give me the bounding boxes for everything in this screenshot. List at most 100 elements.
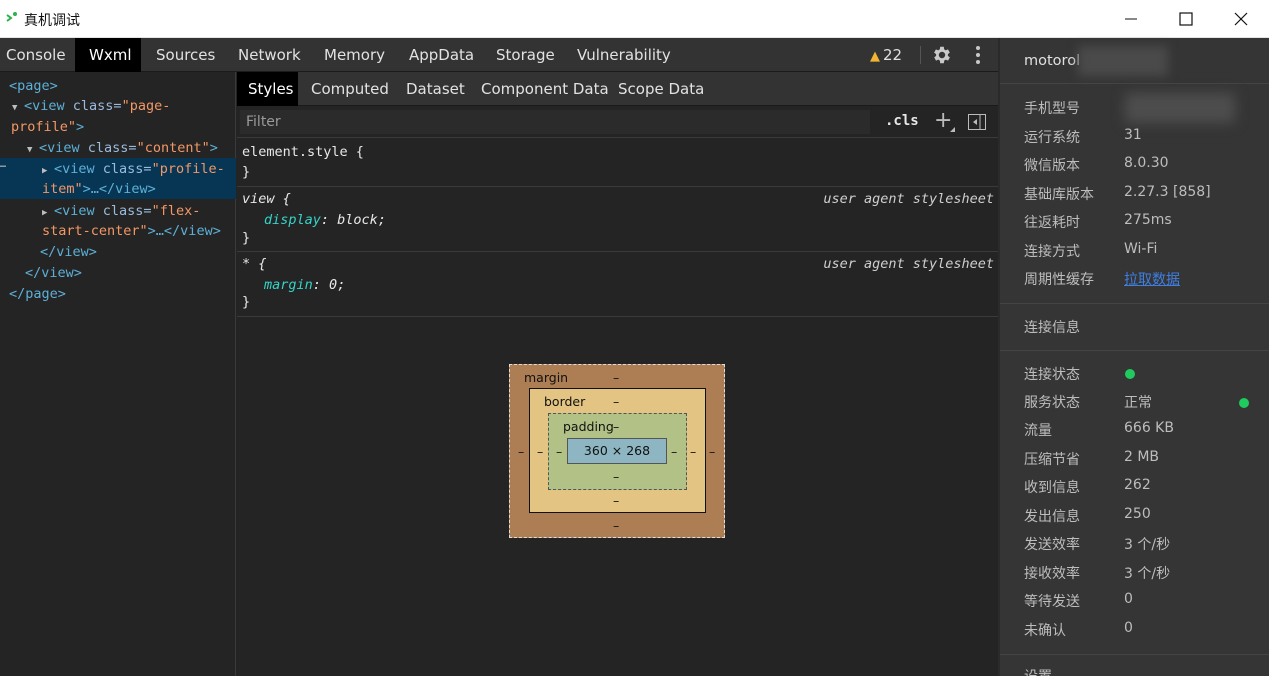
info-value: 275ms [1124, 212, 1172, 228]
rule-close: } [242, 230, 251, 246]
tab-wxml[interactable]: Wxml [75, 38, 141, 72]
title-bar: 真机调试 [0, 0, 1269, 38]
conn-key: 服务状态 [1024, 395, 1080, 411]
rule-close: } [242, 164, 251, 180]
tree-node-page[interactable]: <page> [9, 78, 245, 94]
attr-name: class= [72, 98, 122, 114]
box-model-padding[interactable]: padding – – – – 360 × 268 [548, 413, 687, 490]
tab-console[interactable]: Console [0, 38, 75, 72]
attr-name: class= [102, 203, 152, 219]
conn-row-recv-rate: 接收效率 3 个/秒 [1024, 563, 1264, 585]
info-key: 周期性缓存 [1024, 272, 1094, 288]
margin-top-value[interactable]: – [613, 370, 619, 385]
tab-dataset[interactable]: Dataset [406, 72, 465, 106]
conn-row-received: 收到信息 262 [1024, 477, 1264, 499]
border-right-value[interactable]: – [690, 444, 696, 459]
attr-value: "profile- [151, 161, 225, 177]
conn-value: 250 [1124, 506, 1151, 522]
tab-storage[interactable]: Storage [496, 38, 555, 72]
margin-bottom-value[interactable]: – [613, 518, 619, 533]
tab-styles[interactable]: Styles [237, 72, 298, 106]
conn-value: 3 个/秒 [1124, 537, 1171, 553]
tag-name: <view [54, 203, 103, 219]
info-key: 微信版本 [1024, 158, 1080, 174]
tab-scope-data[interactable]: Scope Data [618, 72, 704, 106]
info-row-phone-model: 手机型号 [1024, 98, 1264, 120]
minimize-icon [1125, 18, 1137, 20]
close-button[interactable] [1213, 0, 1269, 38]
tree-node-view-page-profile-cont: profile"> [11, 119, 247, 135]
tab-vulnerability[interactable]: Vulnerability [577, 38, 671, 72]
minimize-button[interactable] [1103, 0, 1159, 38]
tag-close: </page> [9, 286, 66, 302]
margin-left-value[interactable]: – [518, 444, 524, 459]
rule-selector: * { [242, 256, 267, 272]
collapse-arrow-icon[interactable]: ▶ [42, 208, 54, 218]
styles-subtabs: Styles Computed Dataset Component Data S… [237, 72, 998, 106]
tree-node-view-page-profile[interactable]: ▼ <view class="page- [12, 98, 248, 114]
info-key: 手机型号 [1024, 101, 1080, 117]
tab-sources[interactable]: Sources [156, 38, 215, 72]
box-model-margin[interactable]: margin – – – – border – – – – padding – … [509, 364, 725, 538]
border-left-value[interactable]: – [537, 444, 543, 459]
padding-right-value[interactable]: – [671, 444, 677, 459]
tag-close-bracket: > [209, 140, 218, 156]
padding-bottom-value[interactable]: – [613, 469, 619, 484]
padding-top-value[interactable]: – [613, 419, 619, 434]
property-value: 0 [329, 277, 338, 293]
info-value: 2.27.3 [858] [1124, 184, 1211, 200]
rule-declaration[interactable]: margin: 0; [264, 277, 345, 293]
tab-memory[interactable]: Memory [324, 38, 385, 72]
border-bottom-value[interactable]: – [613, 493, 619, 508]
box-model-content-size[interactable]: 360 × 268 [567, 438, 667, 464]
tab-computed[interactable]: Computed [311, 72, 389, 106]
info-value: 8.0.30 [1124, 155, 1169, 171]
tab-appdata[interactable]: AppData [409, 38, 474, 72]
padding-left-value[interactable]: – [556, 444, 562, 459]
maximize-button[interactable] [1158, 0, 1214, 38]
tag-name: <view [39, 140, 88, 156]
divider [1000, 654, 1269, 655]
conn-row-sent: 发出信息 250 [1024, 506, 1264, 528]
selection-marker: … [0, 159, 7, 170]
warnings-count: 22 [883, 46, 903, 64]
rule-selector[interactable]: element.style { [242, 144, 364, 160]
property-name: margin [264, 277, 313, 293]
attr-name: class= [87, 140, 137, 156]
filter-input[interactable] [240, 110, 870, 134]
tree-close-page: </page> [9, 286, 245, 302]
rule-declaration[interactable]: display: block; [264, 212, 386, 228]
cls-button[interactable]: .cls [885, 113, 919, 129]
rule-close: } [242, 294, 251, 310]
conn-row-status: 连接状态 [1024, 364, 1264, 386]
tab-component-data[interactable]: Component Data [481, 72, 609, 106]
border-top-value[interactable]: – [613, 394, 619, 409]
device-info-panel: motorol 手机型号 运行系统 31 微信版本 8.0.30 基础库版本 2.27… [998, 38, 1269, 676]
info-row-periodic-cache: 周期性缓存 拉取数据 [1024, 269, 1264, 291]
box-model-border[interactable]: border – – – – padding – – – – 360 × 268 [529, 388, 706, 513]
conn-value: 3 个/秒 [1124, 566, 1171, 582]
conn-key: 流量 [1024, 423, 1052, 439]
margin-right-value[interactable]: – [709, 444, 715, 459]
tag-name: <view [54, 161, 103, 177]
toggle-sidebar-icon[interactable] [968, 114, 986, 130]
tab-network[interactable]: Network [238, 38, 301, 72]
gear-icon[interactable] [931, 44, 953, 66]
tag-close-bracket: > [76, 119, 85, 135]
conn-row-send-rate: 发送效率 3 个/秒 [1024, 534, 1264, 556]
redacted-device-name [1078, 46, 1168, 76]
tag-close: </view> [40, 244, 97, 260]
info-row-wechat-version: 微信版本 8.0.30 [1024, 155, 1264, 177]
collapse-arrow-icon[interactable]: ▶ [42, 166, 54, 176]
info-key: 基础库版本 [1024, 187, 1094, 203]
fetch-data-link[interactable]: 拉取数据 [1124, 269, 1180, 289]
warnings-counter[interactable]: ▲ 22 [870, 38, 902, 72]
conn-row-unacked: 未确认 0 [1024, 620, 1264, 642]
rule-origin: user agent stylesheet [823, 191, 994, 207]
more-options-icon[interactable] [973, 45, 983, 65]
tag-rest: >…</view> [82, 181, 156, 197]
maximize-icon [1179, 12, 1193, 26]
expand-arrow-icon[interactable]: ▼ [27, 145, 39, 155]
expand-arrow-icon[interactable]: ▼ [12, 103, 24, 113]
tree-node-view-content[interactable]: ▼ <view class="content"> [27, 140, 263, 156]
